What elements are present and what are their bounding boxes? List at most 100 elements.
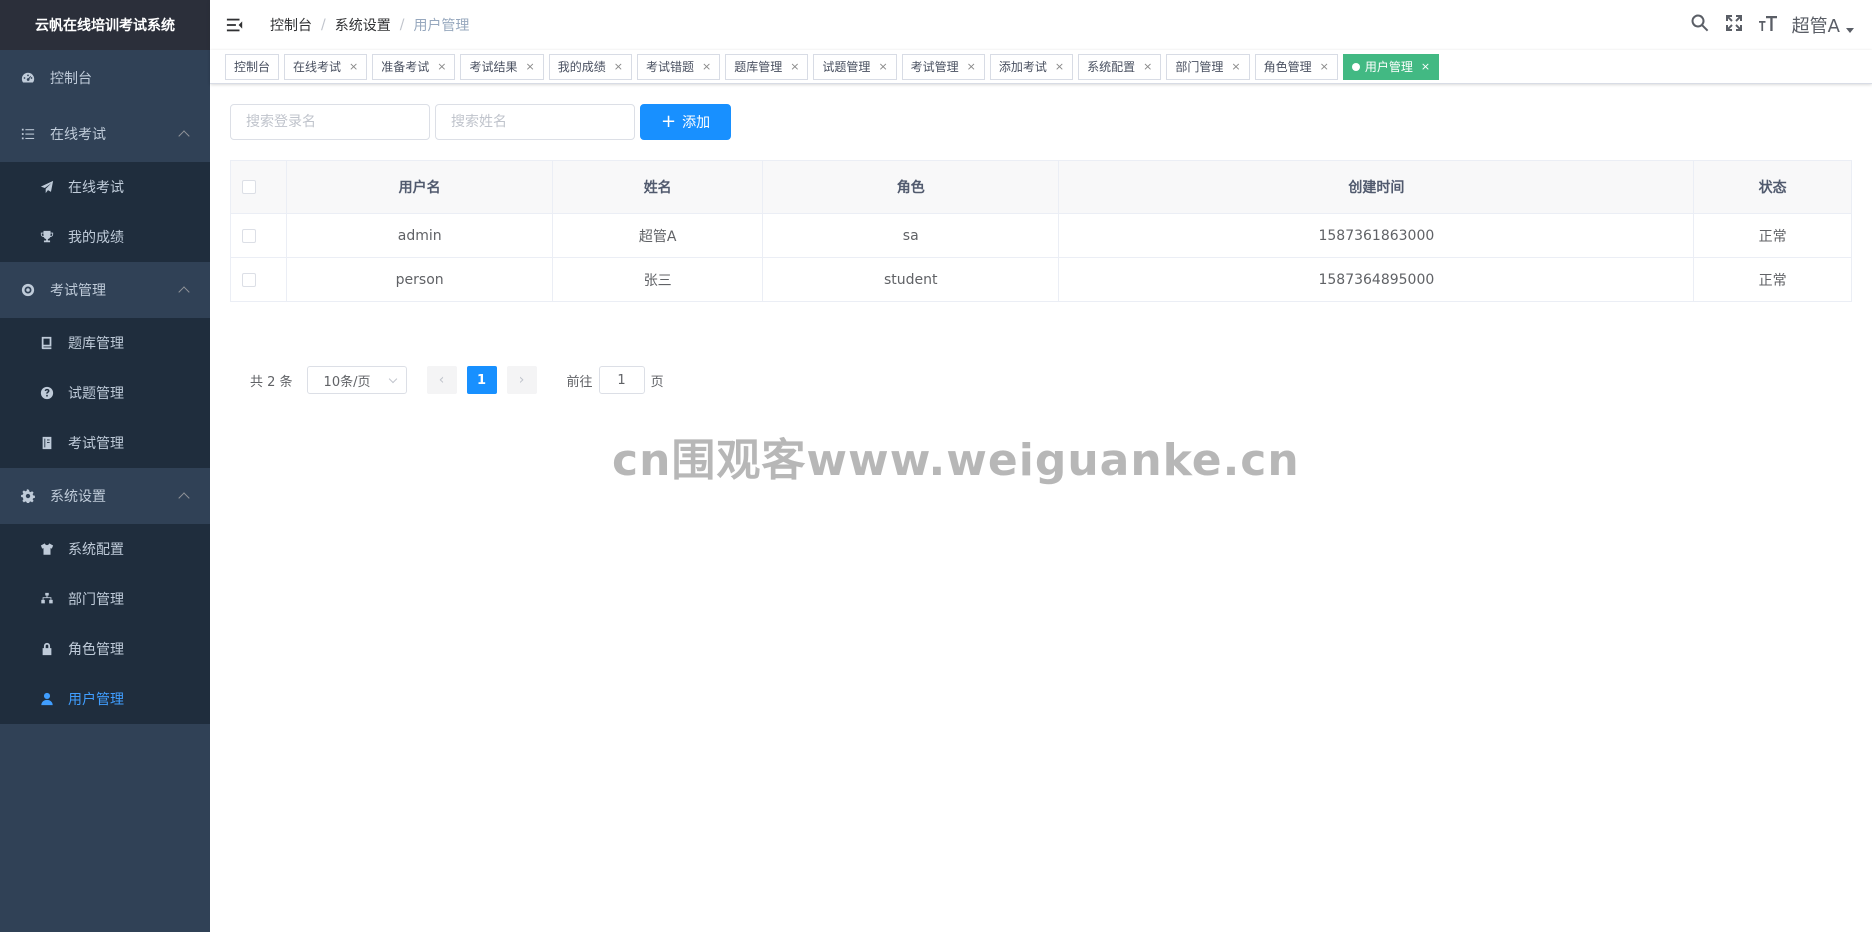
pagination: 共 2 条 10条/页 ‹ 1 › 前往 页 — [230, 366, 1852, 394]
close-icon[interactable]: × — [1421, 55, 1430, 79]
tag-add-exam[interactable]: 添加考试 × — [989, 53, 1074, 80]
close-icon[interactable]: × — [1143, 55, 1152, 79]
close-icon[interactable]: × — [614, 55, 623, 79]
filter-bar: + 添加 — [230, 104, 1852, 140]
close-icon[interactable]: × — [526, 55, 535, 79]
tag-wrong-questions[interactable]: 考试错题 × — [636, 53, 721, 80]
tag-question-bank[interactable]: 题库管理 × — [725, 53, 809, 80]
sidebar-item-online-exam[interactable]: 在线考试 — [0, 162, 210, 212]
tag-label: 考试错题 — [645, 59, 694, 74]
search-name-input[interactable] — [435, 104, 635, 140]
sidebar-item-users[interactable]: 用户管理 — [0, 674, 210, 724]
tag-label: 考试管理 — [910, 59, 959, 74]
close-icon[interactable]: × — [1055, 55, 1064, 79]
page-size-select[interactable]: 10条/页 — [306, 366, 407, 394]
cell-role: sa — [762, 213, 1060, 258]
tag-online-exam[interactable]: 在线考试 × — [284, 53, 368, 80]
breadcrumb-item[interactable]: 控制台 — [270, 15, 312, 35]
sidebar-item-questions[interactable]: 试题管理 — [0, 368, 210, 418]
search-icon[interactable] — [1690, 13, 1710, 37]
sidebar-item-my-scores[interactable]: 我的成绩 — [0, 212, 210, 262]
navbar-right: 超管A — [1690, 0, 1854, 50]
sidebar-item-dashboard[interactable]: 控制台 — [0, 50, 210, 106]
sidebar-item-exams[interactable]: 考试管理 — [0, 418, 210, 468]
caret-down-icon — [1846, 27, 1854, 33]
column-header-name: 姓名 — [552, 160, 764, 214]
row-checkbox[interactable] — [242, 272, 256, 287]
table-row[interactable]: admin 超管A sa 1587361863000 正常 — [230, 213, 1852, 258]
cell-status: 正常 — [1693, 213, 1852, 258]
cell-username: admin — [286, 213, 554, 258]
sidebar-group-exam-management[interactable]: 考试管理 — [0, 262, 210, 318]
hamburger-icon[interactable] — [226, 15, 246, 35]
tag-system-config[interactable]: 系统配置 × — [1078, 53, 1162, 80]
tag-exam-result[interactable]: 考试结果 × — [460, 53, 544, 80]
submenu-online-exam: 在线考试 我的成绩 — [0, 162, 210, 262]
tag-my-scores[interactable]: 我的成绩 × — [548, 53, 632, 80]
column-header-status: 状态 — [1693, 160, 1852, 214]
paper-plane-icon — [40, 180, 54, 194]
plus-icon: + — [661, 111, 677, 132]
close-icon[interactable]: × — [702, 55, 711, 79]
sidebar-group-system-settings[interactable]: 系统设置 — [0, 468, 210, 524]
sidebar-item-label: 题库管理 — [68, 336, 124, 352]
goto-prefix: 前往 — [566, 374, 593, 390]
user-menu[interactable]: 超管A — [1792, 12, 1854, 38]
cell-name: 张三 — [552, 257, 764, 302]
chevron-up-icon — [178, 130, 190, 142]
trophy-icon — [40, 230, 54, 244]
close-icon[interactable]: × — [1320, 55, 1329, 79]
sidebar-item-question-bank[interactable]: 题库管理 — [0, 318, 210, 368]
sidebar-item-roles[interactable]: 角色管理 — [0, 624, 210, 674]
close-icon[interactable]: × — [790, 55, 799, 79]
sidebar-item-label: 考试管理 — [50, 283, 106, 299]
table-header-row: 用户名 姓名 角色 创建时间 状态 — [230, 160, 1852, 214]
close-icon[interactable]: × — [437, 55, 446, 79]
sidebar: 云帆在线培训考试系统 控制台 在线考试 在线考试 我的成绩 考试管理 题库管理 … — [0, 0, 210, 932]
tag-questions[interactable]: 试题管理 × — [813, 53, 897, 80]
tag-prepare-exam[interactable]: 准备考试 × — [372, 53, 456, 80]
goto-page-input[interactable] — [598, 366, 645, 394]
search-login-input[interactable] — [230, 104, 430, 140]
tag-users[interactable]: 用户管理 × — [1342, 53, 1440, 80]
prev-page-button[interactable]: ‹ — [426, 366, 457, 394]
pagination-goto: 前往 页 — [567, 366, 664, 394]
tag-departments[interactable]: 部门管理 × — [1166, 53, 1250, 80]
cell-username: person — [286, 257, 554, 302]
close-icon[interactable]: × — [349, 55, 358, 79]
tag-label: 试题管理 — [822, 59, 871, 74]
select-all-cell — [230, 160, 287, 214]
tag-exams[interactable]: 考试管理 × — [901, 53, 985, 80]
goto-suffix: 页 — [650, 374, 664, 390]
submenu-system-settings: 系统配置 部门管理 角色管理 用户管理 — [0, 524, 210, 724]
fullscreen-icon[interactable] — [1724, 13, 1744, 37]
active-dot-icon — [1351, 62, 1360, 71]
sidebar-item-label: 系统设置 — [50, 489, 106, 505]
font-size-icon[interactable] — [1758, 13, 1778, 37]
close-icon[interactable]: × — [967, 55, 976, 79]
breadcrumb-item[interactable]: 系统设置 — [335, 15, 391, 35]
select-all-checkbox[interactable] — [242, 180, 256, 194]
sidebar-item-departments[interactable]: 部门管理 — [0, 574, 210, 624]
add-button[interactable]: + 添加 — [640, 104, 732, 140]
next-page-button[interactable]: › — [506, 366, 537, 394]
column-header-role: 角色 — [762, 160, 1060, 214]
page-number-current[interactable]: 1 — [466, 366, 497, 394]
tag-roles[interactable]: 角色管理 × — [1254, 53, 1338, 80]
main-content: + 添加 用户名 姓名 角色 创建时间 状态 admin 超管A sa 1587… — [210, 84, 1872, 932]
sidebar-item-system-config[interactable]: 系统配置 — [0, 524, 210, 574]
close-icon[interactable]: × — [878, 55, 887, 79]
user-icon — [40, 692, 54, 706]
tags-view: 控制台 在线考试 × 准备考试 × 考试结果 × 我的成绩 × 考试错题 × 题库管理 × … — [210, 50, 1872, 84]
sidebar-item-label: 在线考试 — [50, 127, 106, 143]
app-logo: 云帆在线培训考试系统 — [0, 0, 210, 50]
question-circle-icon — [40, 386, 54, 400]
page-size-value: 10条/页 — [323, 374, 371, 390]
row-checkbox[interactable] — [242, 228, 256, 243]
close-icon[interactable]: × — [1231, 55, 1240, 79]
chevron-down-icon — [388, 374, 397, 384]
tag-dashboard[interactable]: 控制台 — [225, 53, 280, 80]
sidebar-group-online-exam[interactable]: 在线考试 — [0, 106, 210, 162]
tag-label: 考试结果 — [469, 59, 518, 74]
table-row[interactable]: person 张三 student 1587364895000 正常 — [230, 257, 1852, 302]
